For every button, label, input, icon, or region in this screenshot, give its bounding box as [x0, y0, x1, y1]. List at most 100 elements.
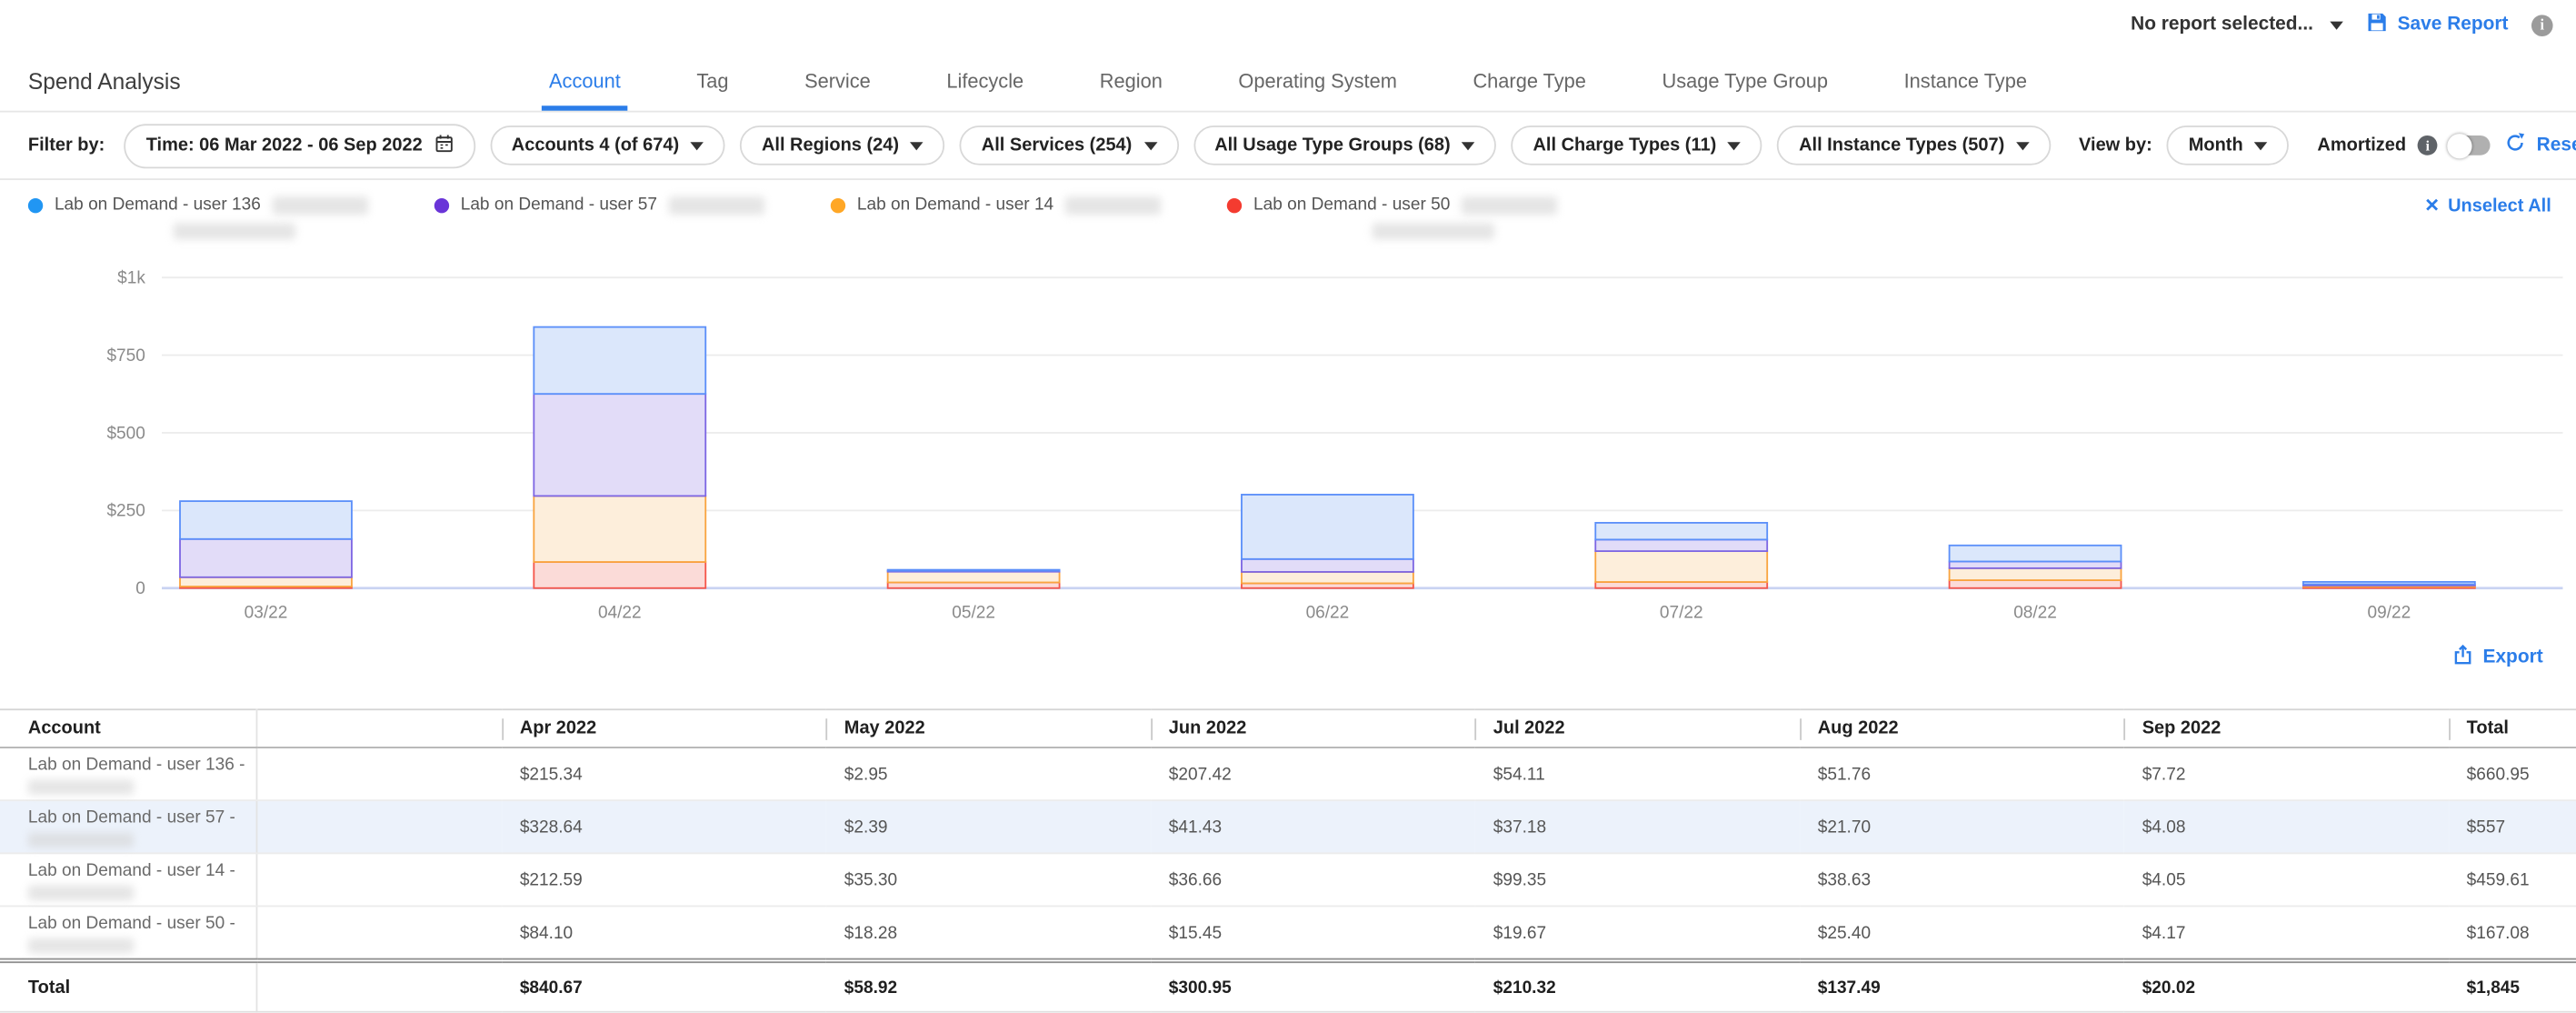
tab-account[interactable]: Account: [543, 69, 627, 110]
column-header-apr-2022[interactable]: Apr 2022: [502, 709, 826, 747]
redacted-text: [174, 223, 295, 239]
chart-area: $1k$750$500$250003/2204/2205/2206/2207/2…: [0, 257, 2576, 629]
column-header-aug-2022[interactable]: Aug 2022: [1800, 709, 2124, 747]
column-header-jul-2022[interactable]: Jul 2022: [1475, 709, 1800, 747]
view-by-value: Month: [2189, 135, 2243, 155]
bar-segment-lab-on-demand-user-136-07-22[interactable]: [1595, 523, 1767, 539]
cell-value: $660.95: [2449, 747, 2576, 800]
cell-value: $35.30: [826, 853, 1151, 906]
spacer-cell: [256, 747, 502, 800]
legend-item-lab-on-demand-user-50[interactable]: Lab on Demand - user 50: [1227, 195, 1557, 215]
account-column-header[interactable]: Account: [0, 709, 256, 747]
tab-operating-system[interactable]: Operating System: [1232, 69, 1403, 110]
legend-item-lab-on-demand-user-14[interactable]: Lab on Demand - user 14: [831, 195, 1161, 215]
x-axis-label: 07/22: [1660, 603, 1703, 622]
bar-segment-lab-on-demand-user-57-06-22[interactable]: [1242, 559, 1413, 572]
bar-segment-lab-on-demand-user-57-07-22[interactable]: [1595, 539, 1767, 551]
column-header-label: Sep 2022: [2124, 717, 2222, 739]
bar-segment-lab-on-demand-user-57-08-22[interactable]: [1950, 561, 2122, 567]
cell-value: $36.66: [1151, 853, 1475, 906]
filter-pill-time-06-mar-2022-06-sep-2022[interactable]: Time: 06 Mar 2022 - 06 Sep 2022: [125, 123, 475, 167]
table-row-lab-on-demand-user-50[interactable]: Lab on Demand - user 50 -$84.10$18.28$15…: [0, 906, 2576, 960]
tab-usage-type-group[interactable]: Usage Type Group: [1655, 69, 1834, 110]
redacted-text: [273, 196, 368, 214]
column-header-label: Apr 2022: [502, 717, 596, 739]
reset-filters-button[interactable]: Reset Filters: [2505, 132, 2576, 158]
bar-segment-lab-on-demand-user-14-06-22[interactable]: [1242, 572, 1413, 584]
bar-segment-lab-on-demand-user-57-04-22[interactable]: [534, 394, 705, 496]
bar-segment-lab-on-demand-user-136-08-22[interactable]: [1950, 546, 2122, 562]
tab-tag[interactable]: Tag: [690, 69, 735, 110]
amortized-toggle[interactable]: [2449, 135, 2490, 155]
view-by-dropdown[interactable]: Month: [2167, 125, 2289, 165]
filter-pill-all-instance-types[interactable]: All Instance Types (507): [1777, 125, 2051, 165]
export-button[interactable]: Export: [2451, 645, 2543, 671]
filter-pill-accounts-4[interactable]: Accounts 4 (of 674): [490, 125, 725, 165]
spacer-cell: [256, 906, 502, 960]
cell-value: $4.17: [2124, 906, 2449, 960]
table-row-lab-on-demand-user-136[interactable]: Lab on Demand - user 136 -$215.34$2.95$2…: [0, 747, 2576, 800]
caret-down-icon: [2330, 21, 2343, 29]
bar-segment-lab-on-demand-user-136-05-22[interactable]: [888, 570, 1060, 571]
legend-dot: [28, 197, 43, 212]
unselect-all-button[interactable]: ✕ Unselect All: [2424, 195, 2551, 216]
bar-segment-lab-on-demand-user-14-04-22[interactable]: [534, 496, 705, 562]
column-header-sep-2022[interactable]: Sep 2022: [2124, 709, 2449, 747]
info-icon[interactable]: i: [2531, 14, 2553, 35]
bar-segment-lab-on-demand-user-136-06-22[interactable]: [1242, 495, 1413, 559]
bar-segment-lab-on-demand-user-14-07-22[interactable]: [1595, 551, 1767, 582]
bar-segment-lab-on-demand-user-14-03-22[interactable]: [180, 577, 352, 587]
report-selector-dropdown[interactable]: No report selected...: [2131, 15, 2343, 35]
x-axis-label: 06/22: [1306, 603, 1350, 622]
column-header-label: May 2022: [826, 717, 925, 739]
save-icon: [2366, 12, 2388, 38]
tab-instance-type[interactable]: Instance Type: [1897, 69, 2033, 110]
spend-chart[interactable]: $1k$750$500$250003/2204/2205/2206/2207/2…: [0, 257, 2576, 629]
filter-pill-all-services[interactable]: All Services (254): [960, 125, 1178, 165]
tab-charge-type[interactable]: Charge Type: [1466, 69, 1593, 110]
bar-segment-lab-on-demand-user-136-04-22[interactable]: [534, 327, 705, 395]
spacer-cell: [256, 800, 502, 853]
table-row-lab-on-demand-user-57[interactable]: Lab on Demand - user 57 -$328.64$2.39$41…: [0, 800, 2576, 853]
cell-value: $37.18: [1475, 800, 1800, 853]
cell-value: $557: [2449, 800, 2576, 853]
tab-lifecycle[interactable]: Lifecycle: [940, 69, 1030, 110]
bar-segment-lab-on-demand-user-14-08-22[interactable]: [1950, 568, 2122, 580]
tab-service[interactable]: Service: [798, 69, 877, 110]
account-cell: Lab on Demand - user 14 -: [0, 853, 256, 906]
redacted-text: [1065, 196, 1161, 214]
cell-value: $99.35: [1475, 853, 1800, 906]
bar-segment-lab-on-demand-user-136-03-22[interactable]: [180, 501, 352, 539]
column-header-may-2022[interactable]: May 2022: [826, 709, 1151, 747]
column-header-jun-2022[interactable]: Jun 2022: [1151, 709, 1475, 747]
legend-label: Lab on Demand - user 57: [461, 195, 657, 215]
pill-label: All Regions (24): [762, 135, 899, 155]
bar-segment-lab-on-demand-user-50-05-22[interactable]: [888, 582, 1060, 587]
bar-segment-lab-on-demand-user-50-08-22[interactable]: [1950, 580, 2122, 588]
bar-segment-lab-on-demand-user-57-03-22[interactable]: [180, 539, 352, 577]
filter-pill-all-regions[interactable]: All Regions (24): [740, 125, 944, 165]
save-report-button[interactable]: Save Report: [2366, 12, 2508, 38]
legend-item-lab-on-demand-user-136[interactable]: Lab on Demand - user 136: [28, 195, 368, 215]
filter-pill-all-usage-type-groups[interactable]: All Usage Type Groups (68): [1193, 125, 1497, 165]
tab-region[interactable]: Region: [1093, 69, 1169, 110]
bar-segment-lab-on-demand-user-50-04-22[interactable]: [534, 562, 705, 588]
cell-value: $18.28: [826, 906, 1151, 960]
legend-label: Lab on Demand - user 14: [857, 195, 1053, 215]
column-header-total[interactable]: Total: [2449, 709, 2576, 747]
bar-segment-lab-on-demand-user-14-05-22[interactable]: [888, 571, 1060, 582]
account-name: Lab on Demand - user 57 -: [28, 807, 256, 827]
legend-item-lab-on-demand-user-57[interactable]: Lab on Demand - user 57: [434, 195, 764, 215]
table-row-lab-on-demand-user-14[interactable]: Lab on Demand - user 14 -$212.59$35.30$3…: [0, 853, 2576, 906]
info-icon[interactable]: i: [2418, 135, 2438, 155]
bar-segment-lab-on-demand-user-136-09-22[interactable]: [2303, 582, 2475, 585]
unselect-all-label: Unselect All: [2448, 196, 2551, 216]
total-row-label: Total: [0, 960, 256, 1011]
filter-pill-all-charge-types[interactable]: All Charge Types (11): [1512, 125, 1762, 165]
total-value: $840.67: [502, 960, 826, 1011]
pill-label: All Usage Type Groups (68): [1214, 135, 1450, 155]
column-header-label: Jul 2022: [1475, 717, 1565, 739]
bar-segment-lab-on-demand-user-50-07-22[interactable]: [1595, 582, 1767, 588]
cell-value: $459.61: [2449, 853, 2576, 906]
x-axis-label: 08/22: [2013, 603, 2057, 622]
